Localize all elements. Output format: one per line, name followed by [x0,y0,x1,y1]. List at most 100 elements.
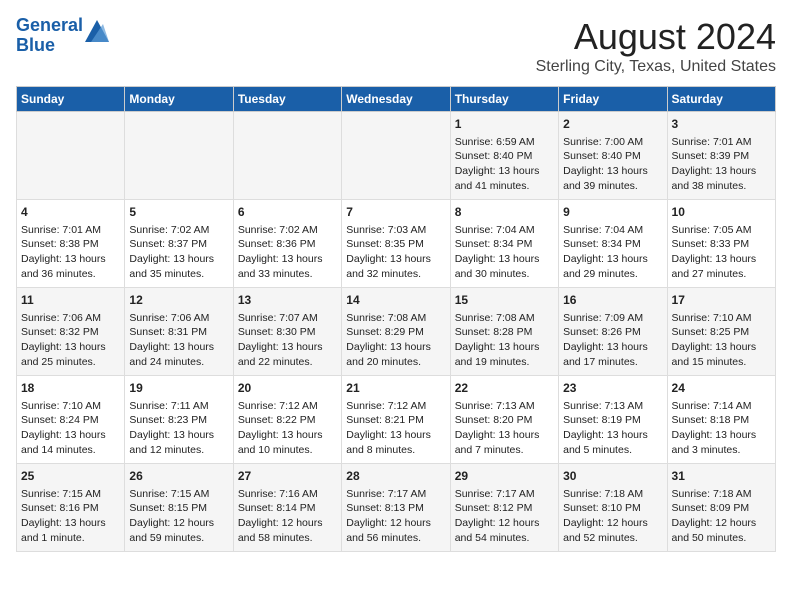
day-number: 25 [21,468,120,485]
day-info: Sunset: 8:34 PM [455,237,554,252]
day-number: 3 [672,116,771,133]
header-cell-friday: Friday [559,87,667,112]
week-row-5: 25Sunrise: 7:15 AMSunset: 8:16 PMDayligh… [17,464,776,552]
day-info: and 3 minutes. [672,443,771,458]
day-info: Sunrise: 7:10 AM [672,311,771,326]
day-number: 15 [455,292,554,309]
day-info: Daylight: 12 hours [346,516,445,531]
logo: General Blue [16,16,109,56]
day-info: Sunrise: 6:59 AM [455,135,554,150]
calendar-cell: 31Sunrise: 7:18 AMSunset: 8:09 PMDayligh… [667,464,775,552]
page: General Blue August 2024 Sterling City, … [0,0,792,562]
day-info: and 36 minutes. [21,267,120,282]
day-number: 14 [346,292,445,309]
day-info: Daylight: 13 hours [238,252,337,267]
day-number: 27 [238,468,337,485]
day-info: and 41 minutes. [455,179,554,194]
day-info: and 33 minutes. [238,267,337,282]
day-number: 12 [129,292,228,309]
day-info: Sunset: 8:31 PM [129,325,228,340]
day-info: Daylight: 13 hours [21,516,120,531]
calendar-cell: 15 Sunrise: 7:08 AMSunset: 8:28 PMDayligh… [450,288,558,376]
day-number: 22 [455,380,554,397]
calendar-cell: 5Sunrise: 7:02 AMSunset: 8:37 PMDaylight… [125,200,233,288]
calendar-cell: 20Sunrise: 7:12 AMSunset: 8:22 PMDayligh… [233,376,341,464]
day-info: Daylight: 12 hours [129,516,228,531]
day-info: Sunset: 8:19 PM [563,413,662,428]
calendar-cell [233,112,341,200]
day-info: Daylight: 12 hours [563,516,662,531]
day-info: Daylight: 13 hours [672,340,771,355]
day-number: 31 [672,468,771,485]
calendar-cell: 28Sunrise: 7:17 AMSunset: 8:13 PMDayligh… [342,464,450,552]
day-number: 24 [672,380,771,397]
week-row-4: 18Sunrise: 7:10 AMSunset: 8:24 PMDayligh… [17,376,776,464]
day-number: 2 [563,116,662,133]
day-info: Daylight: 12 hours [672,516,771,531]
calendar-cell: 6Sunrise: 7:02 AMSunset: 8:36 PMDaylight… [233,200,341,288]
day-info: and 24 minutes. [129,355,228,370]
calendar-cell: 27Sunrise: 7:16 AMSunset: 8:14 PMDayligh… [233,464,341,552]
day-info: and 30 minutes. [455,267,554,282]
day-info: and 20 minutes. [346,355,445,370]
week-row-2: 4Sunrise: 7:01 AMSunset: 8:38 PMDaylight… [17,200,776,288]
day-info: and 15 minutes. [672,355,771,370]
header-cell-monday: Monday [125,87,233,112]
day-info: Daylight: 13 hours [346,340,445,355]
day-info: Sunset: 8:28 PM [455,325,554,340]
day-info: Sunrise: 7:12 AM [238,399,337,414]
day-info: Daylight: 12 hours [238,516,337,531]
day-info: Daylight: 13 hours [563,428,662,443]
day-number: 17 [672,292,771,309]
day-info: Daylight: 12 hours [455,516,554,531]
day-info: Sunset: 8:13 PM [346,501,445,516]
day-info: Sunrise: 7:00 AM [563,135,662,150]
day-info: Daylight: 13 hours [129,252,228,267]
day-info: Sunrise: 7:09 AM [563,311,662,326]
day-info: Sunrise: 7:03 AM [346,223,445,238]
day-info: Sunset: 8:35 PM [346,237,445,252]
day-info: Daylight: 13 hours [672,252,771,267]
day-info: Daylight: 13 hours [672,164,771,179]
calendar-cell: 14Sunrise: 7:08 AMSunset: 8:29 PMDayligh… [342,288,450,376]
day-info: Sunrise: 7:13 AM [455,399,554,414]
day-number: 21 [346,380,445,397]
day-info: and 25 minutes. [21,355,120,370]
day-info: Sunset: 8:40 PM [455,149,554,164]
day-info: Sunset: 8:32 PM [21,325,120,340]
day-number: 1 [455,116,554,133]
day-number: 20 [238,380,337,397]
day-info: Daylight: 13 hours [563,340,662,355]
day-number: 11 [21,292,120,309]
calendar-cell [125,112,233,200]
day-number: 30 [563,468,662,485]
day-info: and 58 minutes. [238,531,337,546]
day-info: Sunrise: 7:02 AM [238,223,337,238]
day-info: Daylight: 13 hours [21,340,120,355]
day-number: 19 [129,380,228,397]
day-info: Daylight: 13 hours [455,340,554,355]
calendar-cell: 13Sunrise: 7:07 AMSunset: 8:30 PMDayligh… [233,288,341,376]
day-info: and 7 minutes. [455,443,554,458]
day-info: Sunset: 8:10 PM [563,501,662,516]
day-info: and 14 minutes. [21,443,120,458]
calendar-cell [17,112,125,200]
calendar-cell: 12Sunrise: 7:06 AMSunset: 8:31 PMDayligh… [125,288,233,376]
day-info: Sunrise: 7:15 AM [129,487,228,502]
header-cell-thursday: Thursday [450,87,558,112]
day-info: Sunrise: 7:02 AM [129,223,228,238]
day-number: 4 [21,204,120,221]
day-number: 13 [238,292,337,309]
day-info: and 10 minutes. [238,443,337,458]
day-info: and 27 minutes. [672,267,771,282]
day-info: and 38 minutes. [672,179,771,194]
day-info: Sunrise: 7:14 AM [672,399,771,414]
day-info: Sunset: 8:09 PM [672,501,771,516]
day-info: and 39 minutes. [563,179,662,194]
day-info: Sunrise: 7:08 AM [455,311,554,326]
day-info: and 17 minutes. [563,355,662,370]
day-number: 16 [563,292,662,309]
day-info: Sunset: 8:23 PM [129,413,228,428]
day-info: and 32 minutes. [346,267,445,282]
day-number: 28 [346,468,445,485]
